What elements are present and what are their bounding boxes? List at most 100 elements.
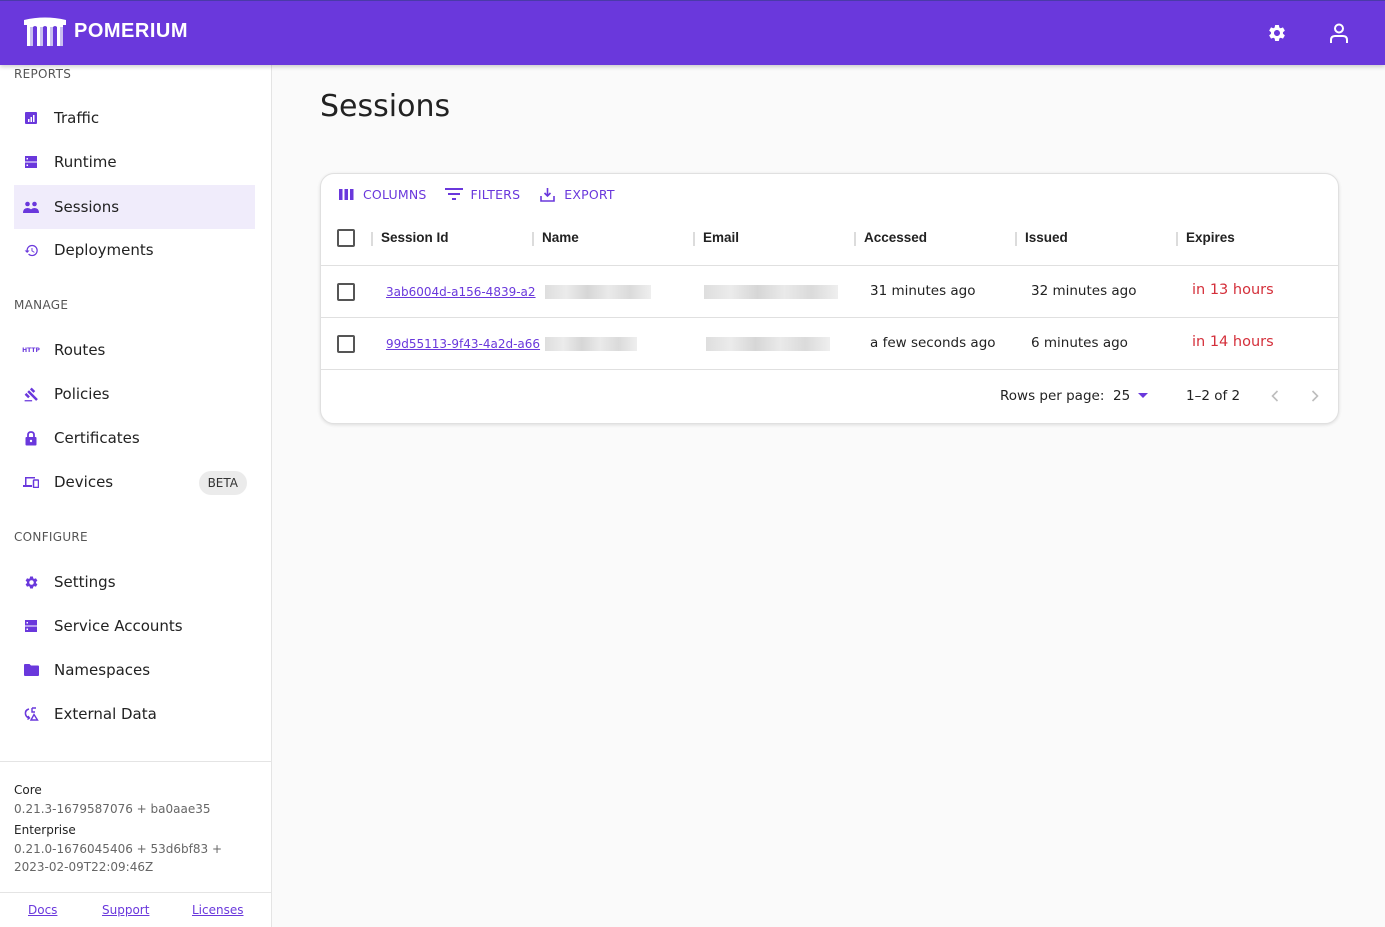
section-label-reports: REPORTS	[14, 67, 72, 81]
history-icon	[22, 241, 40, 259]
column-separator[interactable]	[854, 232, 856, 246]
export-button[interactable]: EXPORT	[538, 186, 614, 202]
column-separator[interactable]	[1176, 232, 1178, 246]
docs-link[interactable]: Docs	[28, 903, 57, 917]
http-icon: HTTP	[22, 346, 40, 354]
licenses-link[interactable]: Licenses	[192, 903, 244, 917]
next-page-button[interactable]	[1305, 386, 1325, 406]
filters-label: FILTERS	[470, 186, 521, 202]
expires-cell: in 14 hours	[1192, 334, 1274, 350]
row-checkbox[interactable]	[337, 335, 355, 353]
sidebar-item-namespaces[interactable]: Namespaces	[14, 648, 255, 692]
issued-cell: 6 minutes ago	[1031, 335, 1128, 351]
column-separator[interactable]	[693, 232, 695, 246]
gavel-icon	[22, 385, 40, 403]
rows-per-page-label: Rows per page:	[1000, 388, 1105, 404]
column-header-accessed[interactable]: Accessed	[864, 230, 927, 245]
sidebar-item-label: Namespaces	[54, 661, 151, 679]
enterprise-version: 0.21.0-1676045406 + 53d6bf83 + 2023-02-0…	[14, 842, 223, 874]
support-link[interactable]: Support	[102, 903, 149, 917]
sync-data-icon	[22, 705, 40, 723]
sidebar-item-settings[interactable]: Settings	[14, 560, 255, 604]
section-label-manage: MANAGE	[14, 298, 69, 312]
session-id-link[interactable]: 99d55113-9f43-4a2d-a66	[386, 337, 540, 351]
session-id-link[interactable]: 3ab6004d-a156-4839-a2	[386, 285, 536, 299]
column-header-name[interactable]: Name	[542, 230, 579, 245]
core-label: Core	[14, 783, 42, 797]
app-bar: POMERIUM	[0, 0, 1385, 65]
sidebar-item-label: Devices	[54, 473, 114, 491]
sidebar-item-deployments[interactable]: Deployments	[14, 228, 255, 272]
column-header-email[interactable]: Email	[703, 230, 739, 245]
column-header-session-id[interactable]: Session Id	[381, 230, 449, 245]
columns-icon	[337, 186, 355, 202]
sidebar-item-label: External Data	[54, 705, 157, 723]
table-header-row: Session Id Name Email Accessed Issued Ex…	[321, 214, 1338, 266]
version-info: Core 0.21.3-1679587076 + ba0aae35 Enterp…	[0, 761, 271, 878]
sidebar-item-service-accounts[interactable]: Service Accounts	[14, 604, 255, 648]
people-icon	[22, 198, 40, 216]
sidebar-item-runtime[interactable]: Runtime	[14, 140, 255, 184]
rows-per-page-select[interactable]: 25	[1113, 388, 1149, 404]
sidebar-item-certificates[interactable]: Certificates	[14, 416, 255, 460]
sidebar-item-label: Deployments	[54, 241, 154, 259]
sidebar-item-traffic[interactable]: Traffic	[14, 96, 255, 140]
storage-icon	[22, 153, 40, 171]
core-version: 0.21.3-1679587076 + ba0aae35	[14, 802, 211, 816]
table-toolbar: COLUMNS FILTERS EXPORT	[337, 186, 633, 202]
column-separator[interactable]	[1015, 232, 1017, 246]
issued-cell: 32 minutes ago	[1031, 283, 1137, 299]
table-row[interactable]: 3ab6004d-a156-4839-a2 31 minutes ago 32 …	[321, 266, 1338, 318]
sidebar-item-sessions[interactable]: Sessions	[14, 185, 255, 229]
main-content: Sessions COLUMNS FILTERS EXPORT Session …	[272, 65, 1385, 927]
sidebar-item-devices[interactable]: Devices BETA	[14, 460, 255, 504]
redacted-email	[706, 337, 830, 351]
expires-cell: in 13 hours	[1192, 282, 1274, 298]
section-label-configure: CONFIGURE	[14, 530, 88, 544]
column-separator[interactable]	[371, 232, 373, 246]
previous-page-button[interactable]	[1265, 386, 1285, 406]
rows-per-page-value: 25	[1113, 388, 1131, 404]
sidebar-item-label: Settings	[54, 573, 116, 591]
accessed-cell: 31 minutes ago	[870, 283, 976, 299]
columns-label: COLUMNS	[363, 186, 427, 202]
row-checkbox[interactable]	[337, 283, 355, 301]
select-all-checkbox[interactable]	[337, 229, 355, 247]
filters-button[interactable]: FILTERS	[444, 186, 521, 202]
settings-button[interactable]	[1265, 21, 1289, 45]
column-header-expires[interactable]: Expires	[1186, 230, 1235, 245]
sidebar-item-label: Policies	[54, 385, 110, 403]
account-button[interactable]	[1327, 21, 1351, 45]
sidebar-item-routes[interactable]: HTTP Routes	[14, 328, 255, 372]
column-header-issued[interactable]: Issued	[1025, 230, 1068, 245]
sidebar-item-policies[interactable]: Policies	[14, 372, 255, 416]
bar-chart-icon	[22, 109, 40, 127]
export-label: EXPORT	[564, 186, 615, 202]
devices-icon	[22, 473, 40, 491]
pomerium-logo-icon	[24, 17, 66, 46]
table-row[interactable]: 99d55113-9f43-4a2d-a66 a few seconds ago…	[321, 318, 1338, 370]
enterprise-label: Enterprise	[14, 823, 76, 837]
sidebar-item-label: Traffic	[54, 109, 100, 127]
download-icon	[538, 186, 556, 202]
sidebar-item-label: Runtime	[54, 153, 117, 171]
chevron-right-icon	[1311, 390, 1319, 402]
brand-name: POMERIUM	[74, 19, 188, 42]
redacted-name	[545, 337, 637, 351]
page-title: Sessions	[320, 89, 451, 124]
accessed-cell: a few seconds ago	[870, 335, 996, 351]
person-icon	[1330, 23, 1348, 43]
sessions-table-card: COLUMNS FILTERS EXPORT Session Id Name E…	[320, 173, 1339, 424]
sidebar-item-label: Routes	[54, 341, 106, 359]
columns-button[interactable]: COLUMNS	[337, 186, 427, 202]
redacted-email	[704, 285, 838, 299]
pagination-range: 1–2 of 2	[1186, 388, 1241, 404]
filter-icon	[444, 186, 463, 202]
sidebar-footer: Docs Support Licenses	[0, 892, 271, 927]
beta-badge: BETA	[198, 471, 247, 495]
pomerium-logo[interactable]: POMERIUM	[22, 16, 188, 46]
sidebar-item-label: Sessions	[54, 198, 120, 216]
sidebar-item-external-data[interactable]: External Data	[14, 692, 255, 736]
storage-icon	[22, 617, 40, 635]
column-separator[interactable]	[532, 232, 534, 246]
